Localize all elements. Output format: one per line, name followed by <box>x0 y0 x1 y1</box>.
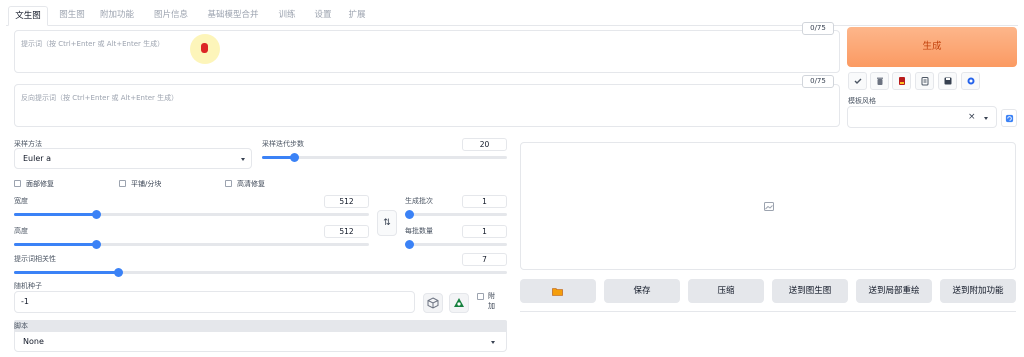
send-to-img2img-button[interactable]: 送到图生图 <box>772 279 848 303</box>
steps-slider[interactable] <box>262 153 507 162</box>
width-number-input[interactable]: 512 <box>324 195 369 208</box>
script-value: None <box>23 337 44 346</box>
batch-size-slider[interactable] <box>405 240 507 249</box>
clear-icon[interactable]: × <box>968 112 976 122</box>
hires-fix-checkbox[interactable] <box>225 180 232 187</box>
tab-checkpoint-merger[interactable]: 基础模型合并 <box>202 6 264 26</box>
refresh-icon[interactable] <box>961 72 980 90</box>
divider <box>520 311 1016 312</box>
slider-handle[interactable] <box>113 268 123 277</box>
steps-label: 采样迭代步数 <box>262 140 304 148</box>
sampler-value: Euler a <box>23 154 52 163</box>
seed-input[interactable]: -1 <box>14 291 415 313</box>
extra-seed-checkbox[interactable] <box>477 293 484 300</box>
chevron-down-icon <box>491 341 495 344</box>
chevron-down-icon <box>241 158 245 161</box>
batch-count-label: 生成批次 <box>405 197 433 205</box>
tab-img2img[interactable]: 图生图 <box>54 6 90 26</box>
tab-settings[interactable]: 设置 <box>310 6 336 26</box>
script-dropdown[interactable]: None <box>14 331 507 352</box>
batch-size-label: 每批数量 <box>405 227 433 235</box>
styles-refresh-button[interactable] <box>1001 109 1017 127</box>
batch-count-number-input[interactable]: 1 <box>462 195 507 208</box>
styles-dropdown[interactable]: × <box>847 106 997 128</box>
send-to-extras-button[interactable]: 送到附加功能 <box>940 279 1016 303</box>
height-number-input[interactable]: 512 <box>324 225 369 238</box>
open-folder-button[interactable] <box>520 279 596 303</box>
tab-txt2img[interactable]: 文生图 <box>8 6 48 26</box>
cfg-scale-label: 提示词相关性 <box>14 255 56 263</box>
negative-prompt-placeholder: 反向提示词（按 Ctrl+Enter 或 Alt+Enter 生成） <box>21 94 179 102</box>
trash-icon[interactable] <box>870 72 889 90</box>
clipboard-icon[interactable] <box>915 72 934 90</box>
send-to-inpaint-button[interactable]: 送到局部重绘 <box>856 279 932 303</box>
face-restore-label: 面部修复 <box>26 180 54 188</box>
checkmark-icon[interactable] <box>848 72 867 90</box>
card-icon[interactable] <box>892 72 911 90</box>
generate-button[interactable]: 生成 <box>847 27 1017 67</box>
script-section: 脚本 <box>14 320 507 331</box>
extra-seed-label: 附加 <box>488 292 495 310</box>
dice-icon[interactable] <box>423 293 443 313</box>
script-label: 脚本 <box>14 322 28 330</box>
height-label: 高度 <box>14 227 28 235</box>
sampler-dropdown[interactable]: Euler a <box>14 148 252 169</box>
hires-fix-label: 高清修复 <box>237 180 265 188</box>
prompt-token-counter: 0/75 <box>802 22 834 35</box>
zip-button[interactable]: 压缩 <box>688 279 764 303</box>
cfg-scale-slider[interactable] <box>14 268 507 277</box>
image-placeholder-icon <box>764 202 774 211</box>
tab-extensions[interactable]: 扩展 <box>344 6 370 26</box>
face-restore-checkbox[interactable] <box>14 180 21 187</box>
styles-label: 模板风格 <box>848 97 876 105</box>
swap-dimensions-icon[interactable]: ⇅ <box>377 210 397 236</box>
tiling-checkbox[interactable] <box>119 180 126 187</box>
prompt-textarea[interactable]: 提示词（按 Ctrl+Enter 或 Alt+Enter 生成） <box>14 30 840 73</box>
seed-value: -1 <box>21 297 29 306</box>
tab-extras[interactable]: 附加功能 <box>94 6 140 26</box>
tiling-label: 平铺/分块 <box>131 180 162 188</box>
chevron-down-icon <box>984 117 988 120</box>
slider-handle[interactable] <box>405 240 414 249</box>
batch-size-number-input[interactable]: 1 <box>462 225 507 238</box>
slider-handle[interactable] <box>405 210 414 219</box>
negative-prompt-textarea[interactable]: 反向提示词（按 Ctrl+Enter 或 Alt+Enter 生成） <box>14 84 840 127</box>
slider-handle[interactable] <box>91 210 101 219</box>
slider-handle[interactable] <box>289 153 299 162</box>
tab-bar: 文生图 图生图 附加功能 图片信息 基础模型合并 训练 设置 扩展 <box>6 4 1018 26</box>
negative-prompt-token-counter: 0/75 <box>802 75 834 88</box>
folder-icon <box>552 288 563 296</box>
recycle-icon[interactable] <box>449 293 469 313</box>
cfg-scale-number-input[interactable]: 7 <box>462 253 507 266</box>
width-slider[interactable] <box>14 210 369 219</box>
mouse-cursor-icon <box>201 43 208 53</box>
save-button[interactable]: 保存 <box>604 279 680 303</box>
batch-count-slider[interactable] <box>405 210 507 219</box>
seed-label: 随机种子 <box>14 282 42 290</box>
height-slider[interactable] <box>14 240 369 249</box>
prompt-placeholder: 提示词（按 Ctrl+Enter 或 Alt+Enter 生成） <box>21 40 165 48</box>
width-label: 宽度 <box>14 197 28 205</box>
steps-number-input[interactable]: 20 <box>462 138 507 151</box>
tab-png-info[interactable]: 图片信息 <box>148 6 194 26</box>
save-icon[interactable] <box>938 72 957 90</box>
slider-handle[interactable] <box>91 240 101 249</box>
output-gallery <box>520 142 1016 270</box>
tab-train[interactable]: 训练 <box>274 6 300 26</box>
